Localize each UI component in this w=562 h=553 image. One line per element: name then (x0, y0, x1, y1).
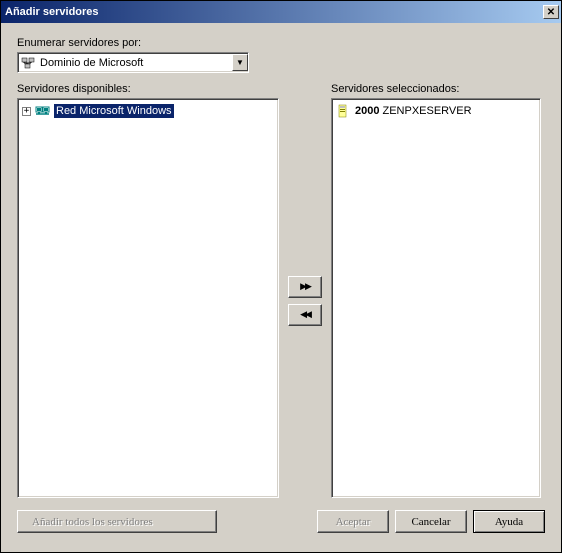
tree-item-label: Red Microsoft Windows (54, 104, 174, 118)
dropdown-value: Dominio de Microsoft (36, 57, 232, 69)
list-item[interactable]: 2000 ZENPXESERVER (334, 103, 538, 119)
chevron-down-icon: ▼ (236, 58, 244, 67)
selected-servers-list[interactable]: 2000 ZENPXESERVER (331, 98, 541, 498)
server-badge: 2000 (355, 105, 379, 117)
cancel-button[interactable]: Cancelar (395, 510, 467, 533)
move-right-button[interactable]: ▶▶ (288, 276, 322, 298)
arrow-right-icon: ▶▶ (300, 281, 310, 292)
window-title: Añadir servidores (5, 6, 99, 18)
enumerate-label: Enumerar servidores por: (17, 37, 545, 49)
accept-button[interactable]: Aceptar (317, 510, 389, 533)
network-icon (20, 55, 36, 71)
expand-icon[interactable]: + (22, 107, 31, 116)
server-icon (336, 103, 352, 119)
dialog-content: Enumerar servidores por: Dominio de Micr… (1, 23, 561, 543)
add-all-button[interactable]: Añadir todos los servidores (17, 510, 217, 533)
arrow-left-icon: ◀◀ (300, 309, 310, 320)
tree-item[interactable]: + Red Microsoft Windows (20, 103, 276, 119)
selected-label: Servidores seleccionados: (331, 83, 541, 95)
help-button[interactable]: Ayuda (473, 510, 545, 533)
enumerate-dropdown[interactable]: Dominio de Microsoft ▼ (17, 52, 249, 73)
server-name: ZENPXESERVER (382, 105, 471, 117)
available-label: Servidores disponibles: (17, 83, 279, 95)
close-button[interactable]: ✕ (543, 5, 559, 19)
network-neighborhood-icon (35, 103, 51, 119)
dropdown-arrow-button[interactable]: ▼ (232, 54, 248, 71)
close-icon: ✕ (547, 7, 555, 18)
title-bar: Añadir servidores ✕ (1, 1, 561, 23)
available-servers-list[interactable]: + Red Microsoft Windows (17, 98, 279, 498)
move-left-button[interactable]: ◀◀ (288, 304, 322, 326)
